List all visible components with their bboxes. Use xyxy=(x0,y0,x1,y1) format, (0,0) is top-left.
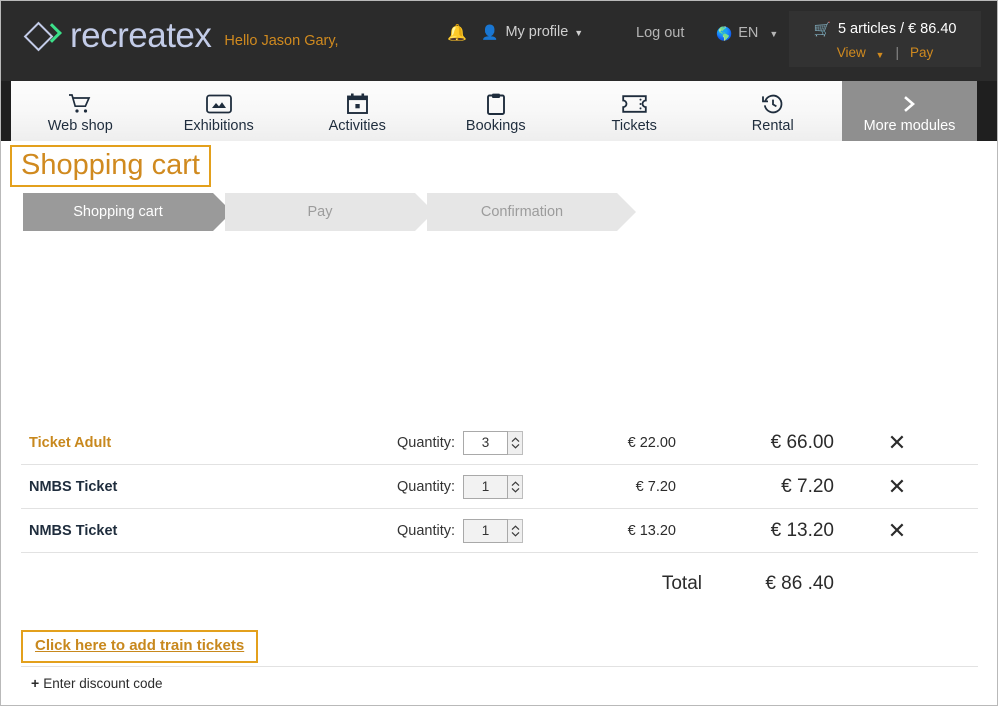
language-selector[interactable]: 🌎 EN ▼ xyxy=(716,25,778,41)
nav-label: More modules xyxy=(864,118,956,134)
nav-item-exhibitions[interactable]: Exhibitions xyxy=(150,81,289,141)
cart-view-link[interactable]: View ▼ xyxy=(837,46,885,60)
chevron-right-icon xyxy=(901,92,919,116)
step-shopping-cart[interactable]: Shopping cart xyxy=(23,193,213,231)
brand[interactable]: recreatex Hello Jason Gary, xyxy=(26,18,339,53)
my-profile-menu[interactable]: 👤 My profile ▼ xyxy=(481,24,583,40)
nav-label: Activities xyxy=(329,118,386,134)
my-profile-label: My profile xyxy=(505,24,568,40)
checkout-steps: Shopping cart Pay Confirmation xyxy=(23,193,617,231)
bell-icon[interactable]: 🔔 xyxy=(447,26,467,42)
cart-summary-text: 5 articles / € 86.40 xyxy=(838,22,957,37)
table-row: Ticket Adult Quantity: € 22.00 € 66.00 xyxy=(21,421,978,465)
close-x-icon[interactable]: ✕ xyxy=(883,476,911,498)
nav-item-activities[interactable]: Activities xyxy=(288,81,427,141)
cart-actions-separator: | xyxy=(895,46,899,60)
add-train-tickets-box[interactable]: Click here to add train tickets xyxy=(21,630,258,663)
picture-icon xyxy=(206,92,232,116)
calendar-icon xyxy=(347,92,368,116)
cart-icon: 🛒 xyxy=(814,22,831,36)
step-label: Confirmation xyxy=(481,204,563,220)
cart-item-line-total: € 13.20 xyxy=(21,520,834,542)
language-value: EN xyxy=(738,25,758,41)
page-title: Shopping cart xyxy=(10,145,211,187)
nav-item-rental[interactable]: Rental xyxy=(704,81,843,141)
nav-label: Rental xyxy=(752,118,794,134)
total-amount: € 86 .40 xyxy=(21,573,834,595)
user-greeting: Hello Jason Gary, xyxy=(224,34,338,49)
cart-actions: View ▼ | Pay xyxy=(789,46,981,60)
step-pay[interactable]: Pay xyxy=(225,193,415,231)
cart-items-table: Ticket Adult Quantity: € 22.00 € 66.00 xyxy=(21,421,978,553)
cart-view-label: View xyxy=(837,45,866,60)
cart-total-row: Total € 86 .40 xyxy=(21,573,978,613)
nav-label: Bookings xyxy=(466,118,526,134)
step-label: Shopping cart xyxy=(73,204,162,220)
cart-summary-line: 🛒 5 articles / € 86.40 xyxy=(789,22,981,37)
close-x-icon[interactable]: ✕ xyxy=(883,520,911,542)
person-icon: 👤 xyxy=(481,25,498,39)
clock-history-icon xyxy=(762,92,784,116)
recreatex-logo-icon xyxy=(26,21,60,49)
step-label: Pay xyxy=(308,204,333,220)
chevron-down-icon: ▼ xyxy=(876,50,885,60)
logout-link[interactable]: Log out xyxy=(636,25,684,41)
enter-discount-code-toggle[interactable]: + Enter discount code xyxy=(31,675,163,691)
brand-name: recreatex xyxy=(70,18,211,53)
top-header: recreatex Hello Jason Gary, 🔔 👤 My profi… xyxy=(1,1,997,81)
close-x-icon[interactable]: ✕ xyxy=(883,432,911,454)
table-row: NMBS Ticket Quantity: € 7.20 € 7.20 xyxy=(21,465,978,509)
globe-icon: 🌎 xyxy=(716,27,732,40)
nav-item-bookings[interactable]: Bookings xyxy=(427,81,566,141)
plus-icon: + xyxy=(31,675,39,691)
chevron-down-icon: ▼ xyxy=(769,30,778,39)
nav-label: Exhibitions xyxy=(184,118,254,134)
ticket-icon xyxy=(622,92,647,116)
cart-pay-link[interactable]: Pay xyxy=(910,46,933,60)
nav-label: Tickets xyxy=(612,118,657,134)
clipboard-icon xyxy=(487,92,505,116)
nav-item-web-shop[interactable]: Web shop xyxy=(11,81,150,141)
shopping-cart-icon xyxy=(68,92,92,116)
cart-item-line-total: € 66.00 xyxy=(21,432,834,454)
cart-summary-box[interactable]: 🛒 5 articles / € 86.40 View ▼ | Pay xyxy=(789,11,981,67)
step-confirmation[interactable]: Confirmation xyxy=(427,193,617,231)
module-navigation: Web shop Exhibitions xyxy=(1,81,997,141)
nav-label: Web shop xyxy=(48,118,113,134)
divider xyxy=(21,666,978,667)
add-train-tickets-link[interactable]: Click here to add train tickets xyxy=(35,637,244,654)
enter-discount-code-label: Enter discount code xyxy=(43,676,162,691)
chevron-down-icon: ▼ xyxy=(574,29,583,38)
app-window: recreatex Hello Jason Gary, 🔔 👤 My profi… xyxy=(0,0,998,706)
cart-item-line-total: € 7.20 xyxy=(21,476,834,498)
nav-item-more-modules[interactable]: More modules xyxy=(842,81,977,141)
header-right-tools: 🔔 👤 My profile ▼ Log out 🌎 EN ▼ 🛒 5 arti… xyxy=(431,1,987,81)
nav-item-tickets[interactable]: Tickets xyxy=(565,81,704,141)
table-row: NMBS Ticket Quantity: € 13.20 € 13.20 xyxy=(21,509,978,553)
